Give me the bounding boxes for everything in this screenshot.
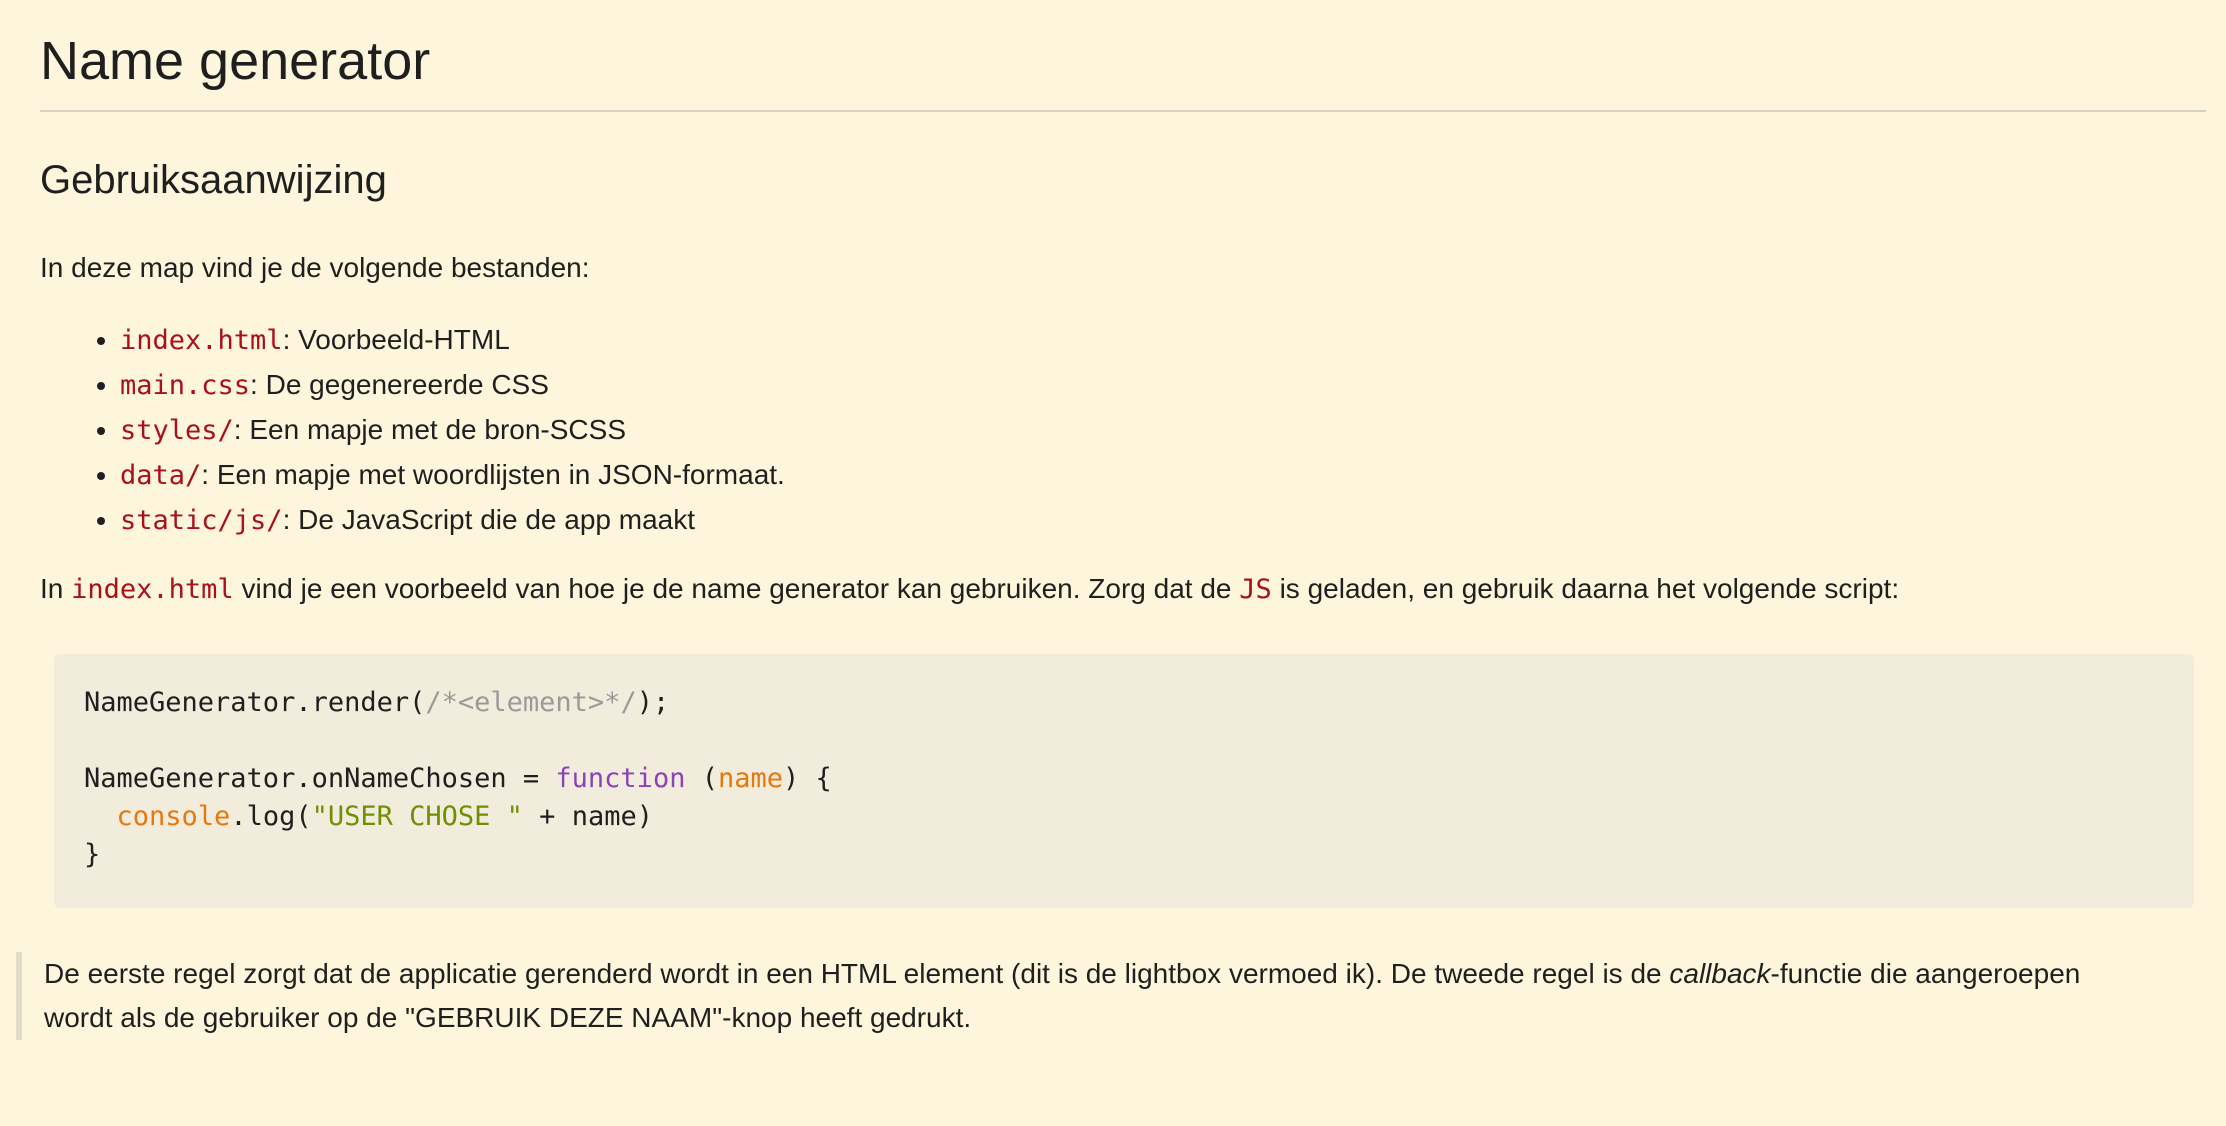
- readme-page: Name generator Gebruiksaanwijzing In dez…: [16, 0, 2206, 1040]
- code-token: );: [636, 687, 670, 718]
- list-item: main.css: De gegenereerde CSS: [120, 363, 785, 408]
- code-string: "USER CHOSE ": [311, 801, 523, 832]
- code-block[interactable]: NameGenerator.render(/*<element>*/); Nam…: [54, 654, 2194, 908]
- list-item: data/: Een mapje met woordlijsten in JSO…: [120, 453, 785, 498]
- inline-code-index-html: index.html: [71, 574, 234, 605]
- code-token: + name): [522, 801, 653, 832]
- list-item: static/js/: De JavaScript die de app maa…: [120, 498, 785, 543]
- file-description: : Een mapje met de bron-SCSS: [233, 414, 626, 445]
- list-item: index.html: Voorbeeld-HTML: [120, 318, 785, 363]
- file-description: : De gegenereerde CSS: [250, 369, 549, 400]
- file-name: data/: [120, 460, 202, 491]
- code-keyword: function: [555, 763, 686, 794]
- usage-paragraph: In index.html vind je een voorbeeld van …: [40, 567, 1899, 612]
- usage-suffix: is geladen, en gebruik daarna het volgen…: [1271, 573, 1900, 604]
- code-comment: /*<element>*/: [425, 687, 637, 718]
- page-title: Name generator: [40, 0, 2206, 112]
- file-name: main.css: [120, 370, 251, 401]
- code-token: (: [685, 763, 718, 794]
- list-item: styles/: Een mapje met de bron-SCSS: [120, 408, 785, 453]
- file-list: index.html: Voorbeeld-HTML main.css: De …: [40, 318, 785, 543]
- usage-prefix: In: [40, 573, 72, 604]
- file-description: : De JavaScript die de app maakt: [282, 504, 696, 535]
- intro-text: In deze map vind je de volgende bestande…: [40, 252, 590, 283]
- file-name: styles/: [120, 415, 234, 446]
- note-text: De eerste regel zorgt dat de applicatie …: [44, 952, 2154, 1040]
- code-token: .log(: [230, 801, 312, 832]
- code-token: }: [84, 839, 101, 870]
- inline-code-js: JS: [1239, 574, 1272, 605]
- file-description: : Voorbeeld-HTML: [282, 324, 510, 355]
- usage-middle: vind je een voorbeeld van hoe je de name…: [233, 573, 1240, 604]
- file-description: : Een mapje met woordlijsten in JSON-for…: [201, 459, 785, 490]
- code-builtin: console: [116, 801, 231, 832]
- code-token: ) {: [783, 763, 832, 794]
- note-blockquote: De eerste regel zorgt dat de applicatie …: [16, 952, 2154, 1040]
- section-heading: Gebruiksaanwijzing: [40, 158, 387, 202]
- file-name: static/js/: [120, 505, 283, 536]
- note-emphasis: callback: [1669, 958, 1771, 989]
- code-token: NameGenerator.render(: [84, 687, 426, 718]
- code-token: NameGenerator.onNameChosen =: [84, 763, 556, 794]
- file-name: index.html: [120, 325, 283, 356]
- code-param: name: [717, 763, 783, 794]
- note-part1: De eerste regel zorgt dat de applicatie …: [44, 958, 1670, 989]
